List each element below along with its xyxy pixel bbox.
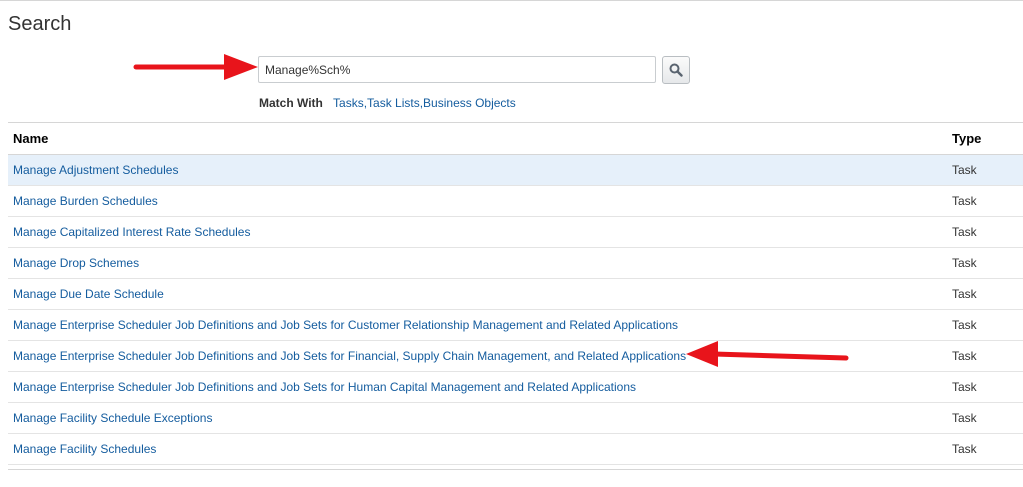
table-row[interactable]: Manage Enterprise Scheduler Job Definiti… — [8, 371, 1023, 403]
match-option-business-objects[interactable]: Business Objects — [423, 96, 516, 110]
result-name-link[interactable]: Manage Due Date Schedule — [13, 287, 164, 301]
result-type: Task — [947, 371, 1023, 403]
result-type: Task — [947, 278, 1023, 310]
result-type: Task — [947, 402, 1023, 434]
column-header-name[interactable]: Name — [8, 122, 947, 155]
match-option-tasks[interactable]: Tasks, — [333, 96, 367, 110]
result-name-link[interactable]: Manage Enterprise Scheduler Job Definiti… — [13, 318, 678, 332]
result-type: Task — [947, 247, 1023, 279]
table-row[interactable]: Manage Burden Schedules Task — [8, 185, 1023, 217]
bottom-divider — [8, 469, 1023, 470]
top-divider — [0, 0, 1023, 1]
table-row[interactable]: Manage Facility Schedules Task — [8, 433, 1023, 465]
result-name-link[interactable]: Manage Enterprise Scheduler Job Definiti… — [13, 380, 636, 394]
result-name-link[interactable]: Manage Adjustment Schedules — [13, 163, 178, 177]
match-with-label: Match With — [259, 96, 323, 110]
result-type: Task — [947, 216, 1023, 248]
result-type: Task — [947, 340, 1023, 372]
table-row[interactable]: Manage Drop Schemes Task — [8, 247, 1023, 279]
result-type: Task — [947, 433, 1023, 465]
result-name-link[interactable]: Manage Facility Schedules — [13, 442, 156, 456]
search-input[interactable] — [258, 56, 656, 83]
search-icon — [669, 63, 683, 77]
table-row[interactable]: Manage Due Date Schedule Task — [8, 278, 1023, 310]
result-type: Task — [947, 185, 1023, 217]
table-row[interactable]: Manage Enterprise Scheduler Job Definiti… — [8, 309, 1023, 341]
annotation-arrow-result — [686, 341, 849, 367]
table-row[interactable]: Manage Facility Schedule Exceptions Task — [8, 402, 1023, 434]
result-name-link[interactable]: Manage Burden Schedules — [13, 194, 158, 208]
table-header-row: Name Type — [8, 122, 1023, 155]
result-name-link[interactable]: Manage Enterprise Scheduler Job Definiti… — [13, 349, 686, 363]
table-row[interactable]: Manage Enterprise Scheduler Job Definiti… — [8, 340, 1023, 372]
result-name-link[interactable]: Manage Drop Schemes — [13, 256, 139, 270]
result-type: Task — [947, 154, 1023, 186]
column-header-type[interactable]: Type — [947, 122, 1023, 155]
result-type: Task — [947, 309, 1023, 341]
result-name-link[interactable]: Manage Facility Schedule Exceptions — [13, 411, 212, 425]
table-row[interactable]: Manage Adjustment Schedules Task — [8, 154, 1023, 186]
page-title: Search — [8, 13, 72, 35]
results-table: Name Type Manage Adjustment Schedules Ta… — [8, 122, 1023, 465]
match-with-row: Match With Tasks,Task Lists,Business Obj… — [259, 96, 516, 110]
result-name-link[interactable]: Manage Capitalized Interest Rate Schedul… — [13, 225, 250, 239]
annotation-arrow-search — [133, 54, 258, 80]
table-row[interactable]: Manage Capitalized Interest Rate Schedul… — [8, 216, 1023, 248]
search-button[interactable] — [662, 56, 690, 84]
match-option-task-lists[interactable]: Task Lists, — [367, 96, 423, 110]
